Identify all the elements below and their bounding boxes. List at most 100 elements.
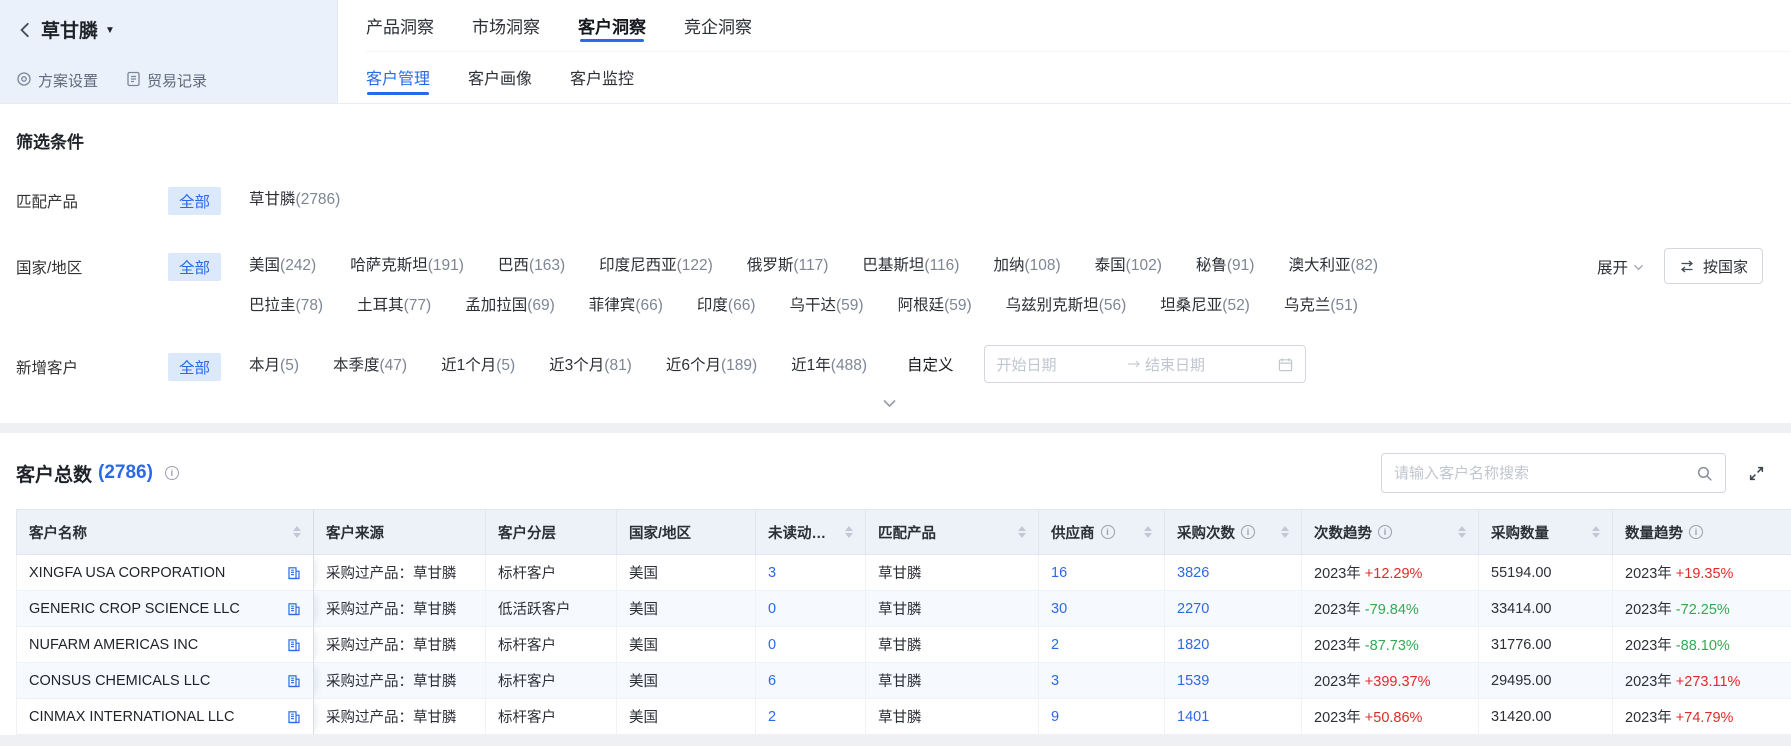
- sort-icon[interactable]: [837, 526, 853, 538]
- collapse-filters-control[interactable]: [16, 383, 1763, 423]
- country-option-印度尼西亚[interactable]: 印度尼西亚(122): [599, 253, 713, 275]
- custom-range-option[interactable]: 自定义: [907, 353, 954, 375]
- match-product-all-chip[interactable]: 全部: [168, 187, 221, 215]
- search-icon[interactable]: [1696, 465, 1713, 482]
- country-all-chip[interactable]: 全部: [168, 253, 221, 281]
- country-option-阿根廷[interactable]: 阿根廷(59): [898, 293, 972, 315]
- sub-tab-客户管理[interactable]: 客户管理: [366, 52, 430, 104]
- product-name[interactable]: 草甘膦: [41, 16, 98, 43]
- customer-search-input[interactable]: [1394, 465, 1696, 482]
- period-option-本月[interactable]: 本月(5): [249, 353, 299, 375]
- table-row[interactable]: CINMAX INTERNATIONAL LLC采购过产品：草甘膦标杆客户美国2…: [16, 699, 1791, 735]
- period-option-近3个月[interactable]: 近3个月(81): [549, 353, 632, 375]
- sub-tab-客户画像[interactable]: 客户画像: [468, 52, 532, 104]
- column-header-6[interactable]: 供应商i: [1039, 509, 1165, 555]
- customer-name-link[interactable]: GENERIC CROP SCIENCE LLC: [29, 601, 240, 617]
- main-tab-客户洞察[interactable]: 客户洞察: [578, 0, 646, 51]
- purchase-count-link[interactable]: 3826: [1177, 565, 1209, 581]
- country-option-巴基斯坦[interactable]: 巴基斯坦(116): [862, 253, 959, 275]
- country-option-乌兹别克斯坦[interactable]: 乌兹别克斯坦(56): [1006, 293, 1127, 315]
- table-row[interactable]: CONSUS CHEMICALS LLC采购过产品：草甘膦标杆客户美国6草甘膦3…: [16, 663, 1791, 699]
- table-row[interactable]: GENERIC CROP SCIENCE LLC采购过产品：草甘膦低活跃客户美国…: [16, 591, 1791, 627]
- period-option-近1个月[interactable]: 近1个月(5): [441, 353, 515, 375]
- country-option-巴拉圭[interactable]: 巴拉圭(78): [249, 293, 323, 315]
- purchase-count-link[interactable]: 2270: [1177, 601, 1209, 617]
- company-icon[interactable]: [279, 602, 301, 616]
- expand-control[interactable]: 展开: [1597, 253, 1644, 278]
- unread-updates-link[interactable]: 0: [768, 601, 776, 617]
- customer-name-link[interactable]: XINGFA USA CORPORATION: [29, 565, 225, 581]
- period-option-近1年[interactable]: 近1年(488): [791, 353, 867, 375]
- column-header-10[interactable]: 数量趋势i: [1613, 509, 1791, 555]
- purchase-count-link[interactable]: 1539: [1177, 673, 1209, 689]
- caret-down-icon[interactable]: ▼: [105, 25, 115, 36]
- suppliers-link[interactable]: 30: [1051, 601, 1067, 617]
- purchase-count-link[interactable]: 1820: [1177, 637, 1209, 653]
- country-option-秘鲁[interactable]: 秘鲁(91): [1196, 253, 1255, 275]
- column-header-4[interactable]: 未读动态...: [756, 509, 866, 555]
- new-customer-all-chip[interactable]: 全部: [168, 353, 221, 381]
- sort-icon[interactable]: [1010, 526, 1026, 538]
- unread-updates-link[interactable]: 2: [768, 709, 776, 725]
- country-option-印度[interactable]: 印度(66): [697, 293, 756, 315]
- sort-icon[interactable]: [285, 526, 301, 538]
- country-option-泰国[interactable]: 泰国(102): [1095, 253, 1162, 275]
- table-row[interactable]: NUFARM AMERICAS INC采购过产品：草甘膦标杆客户美国0草甘膦21…: [16, 627, 1791, 663]
- main-tab-产品洞察[interactable]: 产品洞察: [366, 0, 434, 51]
- country-option-加纳[interactable]: 加纳(108): [993, 253, 1060, 275]
- column-header-7[interactable]: 采购次数i: [1165, 509, 1302, 555]
- unread-updates-link[interactable]: 3: [768, 565, 776, 581]
- sort-icon[interactable]: [1136, 526, 1152, 538]
- period-option-近6个月[interactable]: 近6个月(189): [666, 353, 757, 375]
- info-icon[interactable]: i: [1689, 525, 1703, 539]
- sort-icon[interactable]: [1273, 526, 1289, 538]
- product-option-草甘膦[interactable]: 草甘膦(2786): [249, 187, 340, 209]
- main-tab-竞企洞察[interactable]: 竞企洞察: [684, 0, 752, 51]
- unread-updates-link[interactable]: 6: [768, 673, 776, 689]
- sort-icon[interactable]: [1450, 526, 1466, 538]
- purchase-count-link[interactable]: 1401: [1177, 709, 1209, 725]
- date-range-input[interactable]: 开始日期 结束日期: [984, 345, 1306, 383]
- country-option-俄罗斯[interactable]: 俄罗斯(117): [747, 253, 829, 275]
- suppliers-link[interactable]: 16: [1051, 565, 1067, 581]
- column-header-0[interactable]: 客户名称: [16, 509, 314, 555]
- sub-tab-客户监控[interactable]: 客户监控: [570, 52, 634, 104]
- suppliers-link[interactable]: 2: [1051, 637, 1059, 653]
- main-tab-市场洞察[interactable]: 市场洞察: [472, 0, 540, 51]
- suppliers-link[interactable]: 9: [1051, 709, 1059, 725]
- trade-records-button[interactable]: 贸易记录: [126, 70, 207, 91]
- country-option-巴西[interactable]: 巴西(163): [498, 253, 565, 275]
- country-option-哈萨克斯坦[interactable]: 哈萨克斯坦(191): [350, 253, 464, 275]
- country-option-美国[interactable]: 美国(242): [249, 253, 316, 275]
- unread-updates-link[interactable]: 0: [768, 637, 776, 653]
- column-header-5[interactable]: 匹配产品: [866, 509, 1039, 555]
- column-header-8[interactable]: 次数趋势i: [1302, 509, 1479, 555]
- by-country-toggle-button[interactable]: 按国家: [1664, 248, 1763, 284]
- info-icon[interactable]: i: [165, 466, 179, 480]
- company-icon[interactable]: [279, 638, 301, 652]
- company-icon[interactable]: [279, 674, 301, 688]
- column-header-9[interactable]: 采购数量: [1479, 509, 1613, 555]
- info-icon[interactable]: i: [1101, 525, 1115, 539]
- period-option-本季度[interactable]: 本季度(47): [333, 353, 407, 375]
- back-icon[interactable]: [16, 21, 34, 39]
- company-icon[interactable]: [279, 566, 301, 580]
- fullscreen-icon[interactable]: [1748, 465, 1765, 482]
- customer-name-link[interactable]: CONSUS CHEMICALS LLC: [29, 673, 210, 689]
- suppliers-link[interactable]: 3: [1051, 673, 1059, 689]
- country-option-孟加拉国[interactable]: 孟加拉国(69): [465, 293, 555, 315]
- country-option-乌干达[interactable]: 乌干达(59): [789, 293, 863, 315]
- country-option-土耳其[interactable]: 土耳其(77): [357, 293, 431, 315]
- info-icon[interactable]: i: [1241, 525, 1255, 539]
- country-option-菲律宾[interactable]: 菲律宾(66): [589, 293, 663, 315]
- plan-settings-button[interactable]: 方案设置: [16, 70, 98, 91]
- company-icon[interactable]: [279, 710, 301, 724]
- sort-icon[interactable]: [1584, 526, 1600, 538]
- country-option-乌克兰[interactable]: 乌克兰(51): [1284, 293, 1358, 315]
- country-option-澳大利亚[interactable]: 澳大利亚(82): [1288, 253, 1378, 275]
- table-row[interactable]: XINGFA USA CORPORATION采购过产品：草甘膦标杆客户美国3草甘…: [16, 555, 1791, 591]
- customer-name-link[interactable]: NUFARM AMERICAS INC: [29, 637, 198, 653]
- country-option-坦桑尼亚[interactable]: 坦桑尼亚(52): [1160, 293, 1250, 315]
- info-icon[interactable]: i: [1378, 525, 1392, 539]
- customer-name-link[interactable]: CINMAX INTERNATIONAL LLC: [29, 709, 234, 725]
